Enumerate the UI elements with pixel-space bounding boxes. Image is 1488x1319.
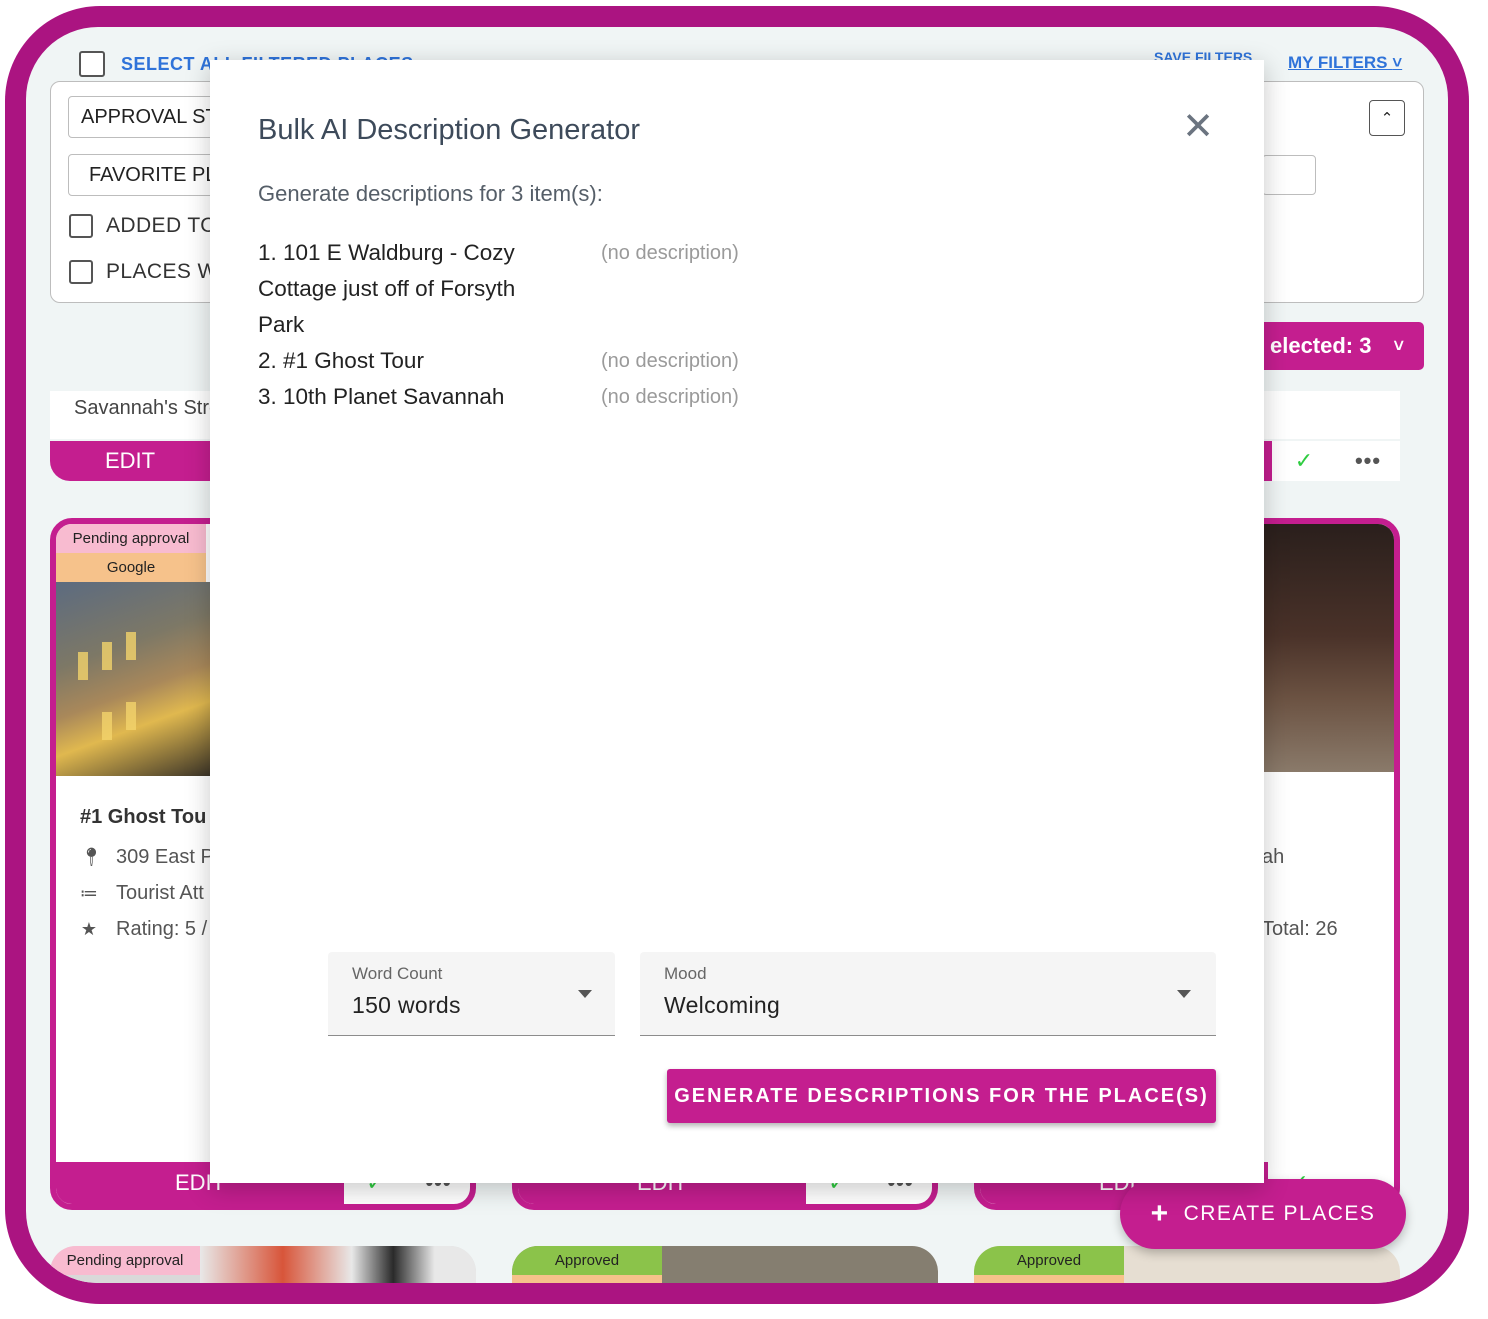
rating-total-text: Total: 26	[1262, 918, 1338, 940]
favorite-places-select[interactable]: FAVORITE PL	[68, 154, 228, 196]
list-item: 2. #1 Ghost Tour (no description)	[258, 343, 739, 379]
list-item: 1. 101 E Waldburg - Cozy Cottage just of…	[258, 235, 739, 343]
edit-label: EDIT	[104, 448, 156, 473]
my-filters-label: MY FILTERS	[1288, 53, 1388, 72]
places-with-checkbox[interactable]	[69, 260, 93, 284]
select-all-checkbox[interactable]	[79, 51, 105, 77]
chevron-down-icon: ˅	[1392, 53, 1403, 72]
source-badge	[512, 1275, 662, 1283]
close-icon[interactable]: ✕	[1178, 104, 1218, 148]
item-name: 3. 10th Planet Savannah	[258, 384, 505, 409]
edit-bar-right	[1264, 441, 1272, 481]
card-actions: ✓ •••	[1272, 441, 1400, 481]
modal-title: Bulk AI Description Generator	[258, 114, 641, 146]
plus-icon: +	[1150, 1197, 1170, 1230]
generate-descriptions-button[interactable]: GENERATE DESCRIPTIONS FOR THE PLACE(S)	[667, 1069, 1216, 1123]
status-badge: Approved	[974, 1246, 1124, 1275]
item-name: 2. #1 Ghost Tour	[258, 348, 424, 373]
place-photo	[200, 1246, 476, 1283]
modal-subtitle: Generate descriptions for 3 item(s):	[258, 181, 603, 206]
place-card-bottom-1: Pending approval	[50, 1246, 476, 1283]
more-icon[interactable]: •••	[1336, 441, 1400, 481]
chevron-down-icon: ˅	[1393, 335, 1404, 356]
selected-count-label: elected: 3	[1269, 333, 1372, 358]
collapse-filters-button[interactable]: ⌃	[1369, 100, 1405, 136]
create-places-label: CREATE PLACES	[1183, 1202, 1376, 1225]
item-name: 1. 101 E Waldburg - Cozy Cottage just of…	[258, 240, 516, 337]
location-pin-icon: 📍︎	[80, 847, 103, 867]
word-count-select[interactable]: Word Count 150 words	[328, 952, 615, 1036]
create-places-button[interactable]: + CREATE PLACES	[1120, 1179, 1406, 1249]
card-category: ≔ Tourist Att	[80, 882, 204, 905]
item-description: (no description)	[601, 242, 739, 264]
star-icon: ★	[80, 919, 98, 939]
list-icon: ≔	[80, 883, 98, 903]
category-text: Tourist Att	[116, 882, 204, 904]
dropdown-arrow-icon	[578, 990, 592, 998]
status-badge: Pending approval	[50, 1246, 200, 1275]
dropdown-arrow-icon	[1177, 990, 1191, 998]
card-title: #1 Ghost Tou	[80, 806, 207, 828]
mood-value: Welcoming	[664, 992, 781, 1018]
bulk-ai-modal: Bulk AI Description Generator ✕ Generate…	[210, 60, 1264, 1183]
word-count-value: 150 words	[352, 992, 461, 1018]
source-badge: Google	[56, 553, 206, 582]
place-photo	[1264, 524, 1394, 772]
list-item: 3. 10th Planet Savannah (no description)	[258, 379, 739, 415]
collapse-icon: ⌃	[1380, 110, 1394, 127]
address-text: ah	[1262, 846, 1285, 868]
card-address: ah	[1262, 846, 1284, 869]
added-to-label: ADDED TO	[106, 214, 217, 237]
place-card-bottom-3: Approved	[974, 1246, 1400, 1283]
item-description: (no description)	[601, 386, 739, 408]
card-rating: ★ Rating: 5 /	[80, 918, 207, 941]
rating-text: Rating: 5 /	[116, 918, 208, 940]
item-description: (no description)	[601, 350, 739, 372]
places-with-label: PLACES WI	[106, 260, 224, 283]
added-to-filter[interactable]: ADDED TO	[69, 214, 217, 238]
card-rating: Total: 26	[1262, 918, 1338, 941]
approve-check-icon[interactable]: ✓	[1272, 441, 1336, 481]
word-count-label: Word Count	[352, 964, 443, 983]
mood-select[interactable]: Mood Welcoming	[640, 952, 1216, 1036]
filter-input-right[interactable]	[1262, 155, 1316, 195]
status-badge: Pending approval	[56, 524, 206, 553]
place-photo	[56, 582, 210, 776]
card-address: 📍︎ 309 East P	[80, 846, 214, 869]
status-badge: Approved	[512, 1246, 662, 1275]
source-badge	[974, 1275, 1124, 1283]
edit-button[interactable]: EDIT	[50, 441, 210, 481]
added-to-checkbox[interactable]	[69, 214, 93, 238]
address-text: 309 East P	[116, 846, 214, 868]
approval-status-select[interactable]: APPROVAL ST	[68, 96, 228, 138]
places-with-filter[interactable]: PLACES WI	[69, 260, 224, 284]
my-filters-link[interactable]: MY FILTERS ˅	[1288, 53, 1402, 73]
selected-items-list: 1. 101 E Waldburg - Cozy Cottage just of…	[258, 235, 739, 415]
mood-label: Mood	[664, 964, 707, 983]
place-card-bottom-2: Approved	[512, 1246, 938, 1283]
